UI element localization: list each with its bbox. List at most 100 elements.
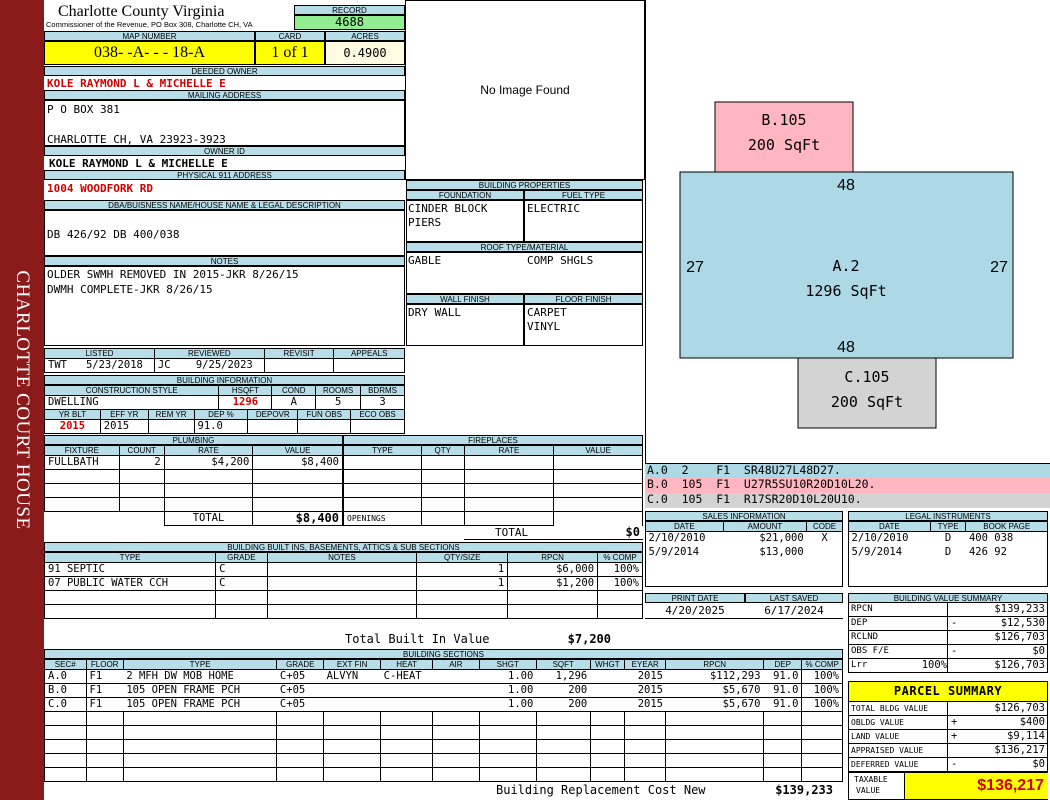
section-cell xyxy=(535,725,591,740)
section-cell xyxy=(665,725,765,740)
section-cell: 1.00 xyxy=(479,669,537,684)
section-cell xyxy=(763,767,803,782)
section-cell xyxy=(623,739,667,754)
sketch-svg: B.105 200 SqFt A.2 1296 SqFt C.105 200 S… xyxy=(679,101,1014,429)
table-row: C.0 F1 105 OPEN FRAME PCH C+05 1.00 200 2015 $5… xyxy=(44,697,843,712)
section-cell xyxy=(323,767,382,782)
sec-col-eyear: EYEAR xyxy=(623,659,667,670)
section-cell xyxy=(380,711,434,726)
section-cell xyxy=(623,753,667,768)
section-cell xyxy=(763,725,803,740)
section-cell xyxy=(85,711,124,726)
builtin-comp: 100% xyxy=(597,562,643,577)
county-title: Charlotte County Virginia xyxy=(58,3,225,20)
reviewed-value: JC 9/25/2023 xyxy=(153,358,265,373)
section-cell: 1.00 xyxy=(479,697,537,712)
section-cell xyxy=(276,725,325,740)
table-row: FULLBATH 2 $4,200 $8,400 xyxy=(44,455,343,470)
print-date-label: PRINT DATE xyxy=(645,593,745,603)
physical-address-label: PHYSICAL 911 ADDRESS xyxy=(44,170,405,180)
notes-label: NOTES xyxy=(44,256,405,266)
section-cell xyxy=(432,725,480,740)
section-cell: 200 xyxy=(536,697,591,712)
legal-description-value: DB 426/92 DB 400/038 xyxy=(47,228,180,241)
side-banner-text: CHARLOTTE COURT HOUSE xyxy=(12,270,33,530)
cond-label: COND xyxy=(271,385,317,396)
section-cell: B.0 xyxy=(44,683,87,698)
section-cell xyxy=(432,739,480,754)
taxable-value: $136,217 xyxy=(904,773,1048,799)
section-cell xyxy=(432,753,480,768)
sketch-b-label: B.105 xyxy=(761,111,806,129)
depovr-value xyxy=(247,419,299,434)
builtin-notes xyxy=(266,562,418,577)
section-cell: $5,670 xyxy=(665,683,764,698)
foundation-line-2: PIERS xyxy=(408,216,442,229)
section-cell xyxy=(623,711,667,726)
appeals-label: APPEALS xyxy=(333,348,405,359)
section-cell xyxy=(276,767,325,782)
vs-label: OBS F/E xyxy=(851,646,889,656)
vs-label: RCLND xyxy=(851,632,879,642)
legal-col-type: TYPE xyxy=(929,521,967,532)
taxable-label-1: TAXABLE xyxy=(854,775,888,784)
parcel-label: LAND VALUE xyxy=(851,732,900,741)
value-summary-row: RCLND $126,703 xyxy=(848,631,1048,645)
builtin-col-grade: GRADE xyxy=(215,552,268,563)
review-table: LISTED REVIEWED REVISIT APPEALS TWT 5/23… xyxy=(44,348,405,373)
section-cell xyxy=(478,753,537,768)
fireplace-col-type: TYPE xyxy=(343,445,422,456)
vector-line-a: A.0 2 F1 SR48U27L48D27. xyxy=(645,463,1050,478)
parcel-value: $126,703 xyxy=(994,702,1045,714)
plumbing-rate: $4,200 xyxy=(163,455,254,470)
builtin-type: 07 PUBLIC WATER CCH xyxy=(43,576,217,591)
owner-id-value: KOLE RAYMOND L & MICHELLE E xyxy=(49,157,228,170)
section-cell xyxy=(590,683,625,698)
section-cell xyxy=(122,753,278,768)
sketch-c-area: 200 SqFt xyxy=(831,393,903,411)
section-cell xyxy=(801,739,843,754)
section-cell xyxy=(122,711,278,726)
section-cell xyxy=(85,725,124,740)
vs-value: $126,703 xyxy=(994,659,1045,671)
section-cell xyxy=(623,725,667,740)
section-cell xyxy=(85,739,124,754)
foundation-line-1: CINDER BLOCK xyxy=(408,202,488,215)
section-cell: $5,670 xyxy=(665,697,764,712)
mailing-line-2: CHARLOTTE CH, VA 23923-3923 xyxy=(47,133,226,146)
builtin-rpcn: $6,000 xyxy=(507,562,599,577)
physical-address-value: 1004 WOODFORK RD xyxy=(47,182,153,195)
sec-col-sqft: SQFT xyxy=(535,659,591,670)
section-cell xyxy=(478,767,537,782)
last-saved-label: LAST SAVED xyxy=(745,593,843,603)
map-number-value: 038- -A- - - 18-A xyxy=(44,41,255,65)
value-summary-row: DEP - $12,530 xyxy=(848,617,1048,631)
sales-box xyxy=(645,531,843,587)
floor-finish-label: FLOOR FINISH xyxy=(524,294,643,304)
table-row: 91 SEPTIC C 1 $6,000 100% xyxy=(43,562,643,577)
builtin-grade: C xyxy=(215,576,268,591)
section-cell: C.0 xyxy=(44,697,87,712)
brcn-label: Building Replacement Cost New xyxy=(496,783,706,797)
yrblt-value: 2015 xyxy=(44,419,101,434)
vs-pct: 100% xyxy=(921,659,947,671)
section-cell xyxy=(323,683,381,698)
section-cell xyxy=(763,739,803,754)
value-summary-rows: RPCN $139,233 DEP - $12,530 RCLND $126,703 OBS … xyxy=(848,603,1048,673)
bdrms-value: 3 xyxy=(360,395,405,410)
section-cell xyxy=(478,725,537,740)
built-in-total: $7,200 xyxy=(567,632,611,646)
parcel-summary-title: PARCEL SUMMARY xyxy=(848,681,1048,702)
taxable-label-2: VALUE xyxy=(856,786,881,795)
bdrms-label: BDRMS xyxy=(360,385,405,396)
sketch-a-label: A.2 xyxy=(832,257,859,275)
remyr-label: REM YR xyxy=(147,409,195,420)
table-row xyxy=(343,497,643,512)
plumbing-fixture: FULLBATH xyxy=(44,455,120,470)
section-cell: $112,293 xyxy=(665,669,764,684)
building-info-table-2: YR BLT EFF YR REM YR DEP % DEPOVR FUN OB… xyxy=(44,409,405,434)
sales-col-date: DATE xyxy=(645,521,724,532)
section-cell xyxy=(122,767,278,782)
roof-material-value: COMP SHGLS xyxy=(527,254,594,267)
section-cell xyxy=(323,725,382,740)
